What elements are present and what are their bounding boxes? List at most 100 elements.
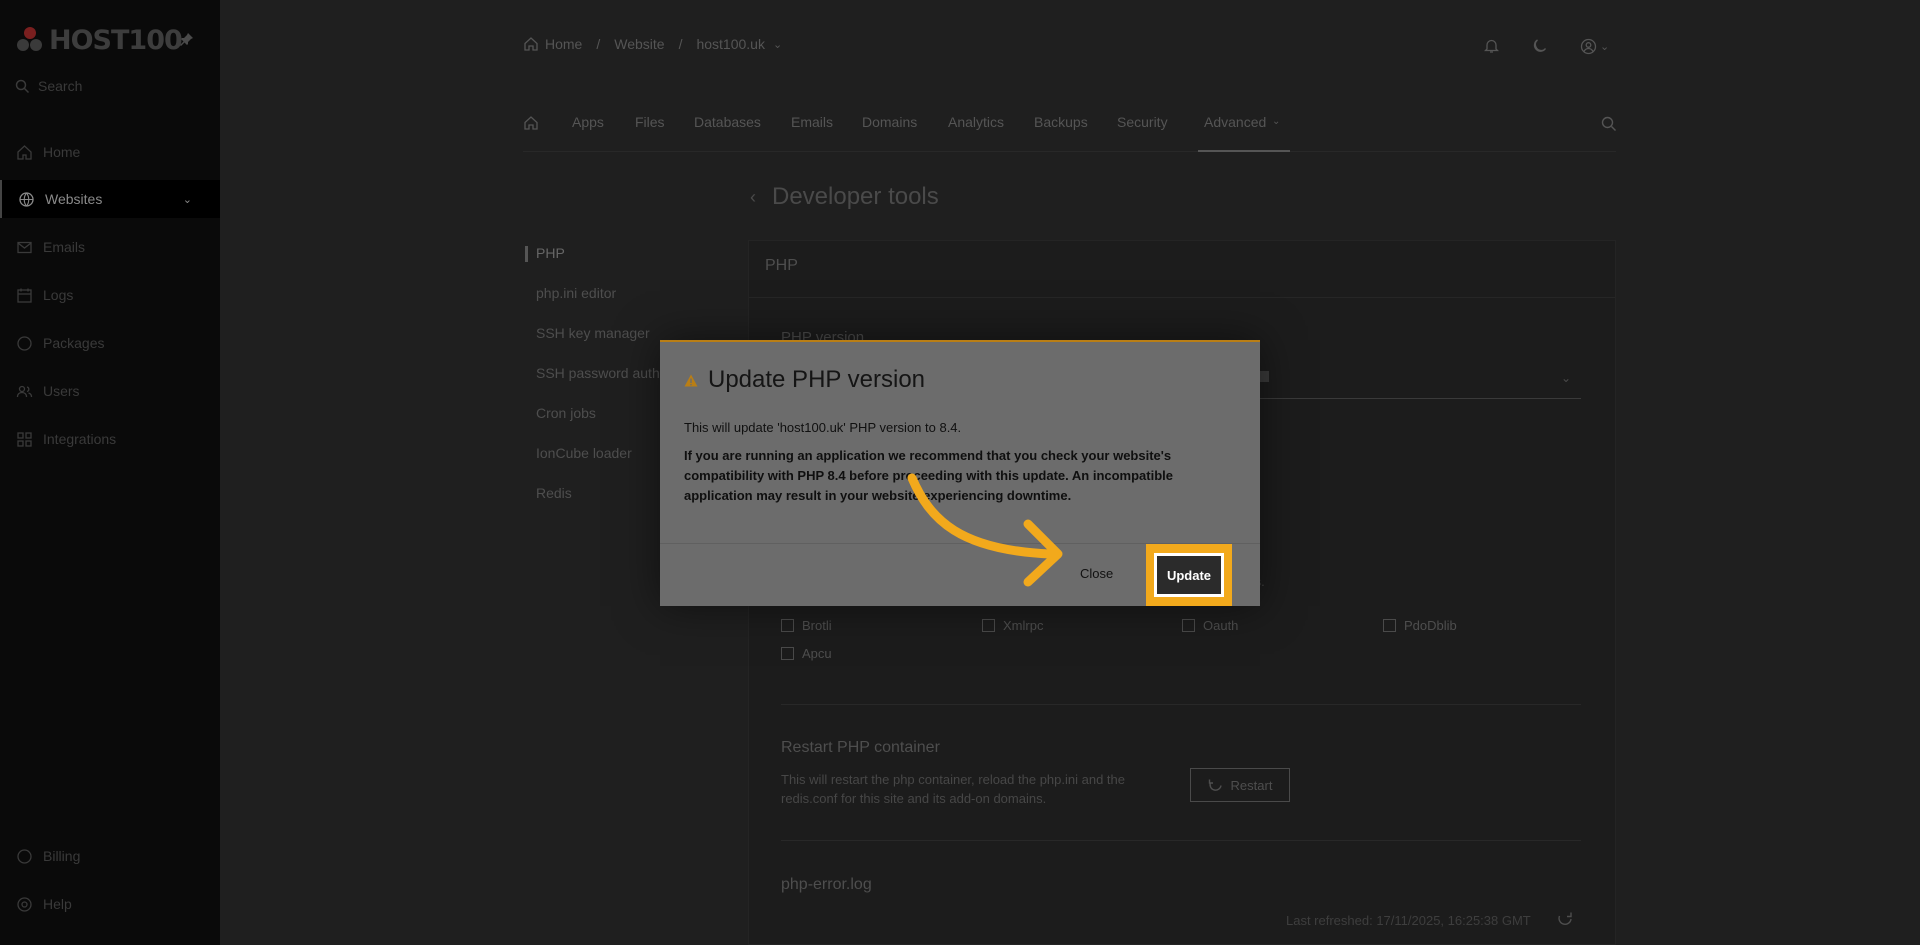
dialog-title-text: Update PHP version [708, 366, 926, 393]
extension-label: PdoDblib [1404, 618, 1457, 633]
checkbox[interactable] [982, 619, 995, 632]
sidebar-item-websites[interactable]: Websites ⌄ [0, 180, 220, 218]
log-title: php-error.log [781, 876, 872, 893]
grid-icon [17, 431, 32, 447]
home-icon[interactable] [523, 36, 539, 52]
update-button[interactable]: Update [1154, 553, 1224, 597]
search-icon [15, 79, 30, 93]
help-icon [17, 896, 32, 912]
home-icon[interactable] [523, 115, 539, 131]
sidebar-item-label: Logs [43, 287, 74, 303]
refresh-icon [1208, 779, 1222, 791]
divider [749, 297, 1615, 298]
sidebar-item-billing[interactable]: Billing [0, 837, 220, 875]
sidebar-item-label: Integrations [43, 431, 117, 447]
user-icon [1580, 38, 1597, 55]
checkbox[interactable] [1182, 619, 1195, 632]
tab-files[interactable]: Files [635, 114, 665, 130]
breadcrumb-separator: / [596, 36, 601, 52]
sidebar-item-emails[interactable]: Emails [0, 228, 220, 266]
sidebar-item-home[interactable]: Home [0, 133, 220, 171]
sidebar-item-packages[interactable]: Packages [0, 324, 220, 362]
subnav-item-ioncube-loader[interactable]: IonCube loader [536, 445, 632, 461]
sidebar-item-logs[interactable]: Logs [0, 276, 220, 314]
extension-label: Oauth [1203, 618, 1239, 633]
sidebar-item-label: Users [43, 383, 80, 399]
logo-text: HOST100 [49, 25, 183, 56]
sidebar-search-label: Search [38, 78, 83, 94]
tab-domains[interactable]: Domains [862, 114, 917, 130]
sidebar: HOST100 Search Home Websites ⌄ Emails Lo… [0, 0, 220, 945]
restart-button[interactable]: Restart [1190, 768, 1290, 802]
tab-apps[interactable]: Apps [572, 114, 604, 130]
subnav-item-php-ini-editor[interactable]: php.ini editor [536, 285, 616, 301]
moon-icon[interactable] [1531, 38, 1547, 54]
chevron-down-icon[interactable]: ⌄ [1272, 116, 1280, 127]
arrow-annotation-icon [907, 473, 1063, 587]
restart-section-title: Restart PHP container [781, 739, 940, 756]
dialog-title: Update PHP version [684, 366, 925, 394]
page-title-text: Developer tools [772, 183, 939, 210]
last-refreshed-text: Last refreshed: 17/11/2025, 16:25:38 GMT [1286, 913, 1531, 928]
sidebar-item-label: Home [43, 144, 81, 160]
extension-checkbox[interactable]: PdoDblib [1383, 618, 1457, 633]
bell-icon[interactable] [1484, 38, 1499, 54]
checkbox[interactable] [781, 647, 794, 660]
sidebar-item-users[interactable]: Users [0, 372, 220, 410]
users-icon [16, 385, 33, 397]
extension-label: Brotli [802, 618, 832, 633]
subnav-item-ssh-key-manager[interactable]: SSH key manager [536, 325, 650, 341]
refresh-icon[interactable] [1557, 911, 1573, 927]
logo[interactable]: HOST100 [15, 25, 183, 56]
tab-advanced[interactable]: Advanced [1204, 114, 1266, 130]
restart-button-label: Restart [1230, 777, 1273, 793]
tab-security[interactable]: Security [1117, 114, 1168, 130]
breadcrumb-website[interactable]: Website [614, 36, 664, 52]
globe-icon [19, 191, 34, 207]
chevron-down-icon: ⌄ [1560, 371, 1571, 385]
app-root: HOST100 Search Home Websites ⌄ Emails Lo… [0, 0, 1920, 945]
dialog-message: This will update 'host100.uk' PHP versio… [684, 420, 962, 435]
extension-checkbox[interactable]: Xmlrpc [982, 618, 1043, 633]
sidebar-item-help[interactable]: Help [0, 885, 220, 923]
sidebar-item-label: Packages [43, 335, 105, 351]
tab-emails[interactable]: Emails [791, 114, 833, 130]
circle-icon [17, 335, 32, 351]
checkbox[interactable] [781, 619, 794, 632]
tab-backups[interactable]: Backups [1034, 114, 1088, 130]
logo-mark-icon [15, 26, 45, 56]
tab-analytics[interactable]: Analytics [948, 114, 1004, 130]
subnav-item-ssh-password-auth[interactable]: SSH password authe [536, 365, 668, 381]
search-icon[interactable] [1601, 116, 1617, 132]
user-menu[interactable]: ⌄ [1580, 38, 1609, 55]
sidebar-item-integrations[interactable]: Integrations [0, 420, 220, 458]
close-button[interactable]: Close [1080, 566, 1113, 581]
breadcrumb-home[interactable]: Home [545, 36, 582, 52]
subnav-item-php[interactable]: PHP [536, 245, 565, 261]
extension-checkbox[interactable]: Oauth [1182, 618, 1238, 633]
active-tab-underline [1198, 150, 1290, 152]
subnav-item-cron-jobs[interactable]: Cron jobs [536, 405, 596, 421]
chevron-down-icon[interactable]: ⌄ [183, 193, 192, 206]
tab-databases[interactable]: Databases [694, 114, 761, 130]
update-button-highlight: Update [1146, 544, 1232, 606]
breadcrumb-separator: / [678, 36, 683, 52]
pin-icon[interactable] [180, 32, 194, 49]
subnav-item-redis[interactable]: Redis [536, 485, 572, 501]
sidebar-item-label: Emails [43, 239, 86, 255]
section-tabs: Apps Files Databases Emails Domains Anal… [523, 108, 1616, 152]
sidebar-search[interactable]: Search [15, 78, 82, 94]
calendar-icon [17, 288, 32, 303]
breadcrumb-site[interactable]: host100.uk [696, 36, 765, 52]
active-indicator [525, 246, 528, 262]
sidebar-item-label: Billing [43, 848, 81, 864]
back-chevron-icon[interactable]: ‹ [750, 187, 756, 208]
divider [781, 840, 1581, 841]
mail-icon [17, 241, 32, 253]
circle-icon [17, 848, 32, 864]
extension-checkbox[interactable]: Apcu [781, 646, 832, 661]
checkbox[interactable] [1383, 619, 1396, 632]
extension-checkbox[interactable]: Brotli [781, 618, 832, 633]
restart-description: This will restart the php container, rel… [781, 772, 1125, 806]
chevron-down-icon[interactable]: ⌄ [773, 38, 782, 51]
